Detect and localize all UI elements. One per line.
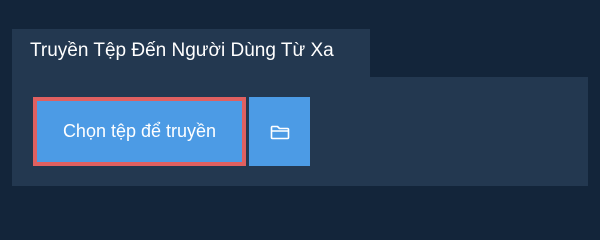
transfer-panel: Chọn tệp để truyền bbox=[12, 77, 588, 186]
browse-folder-button[interactable] bbox=[249, 97, 310, 166]
choose-file-button[interactable]: Chọn tệp để truyền bbox=[33, 97, 246, 166]
folder-icon bbox=[270, 124, 290, 140]
transfer-tab[interactable]: Truyền Tệp Đến Người Dùng Từ Xa bbox=[12, 29, 370, 77]
transfer-tab-title: Truyền Tệp Đến Người Dùng Từ Xa bbox=[30, 40, 334, 61]
choose-file-label: Chọn tệp để truyền bbox=[62, 121, 217, 141]
